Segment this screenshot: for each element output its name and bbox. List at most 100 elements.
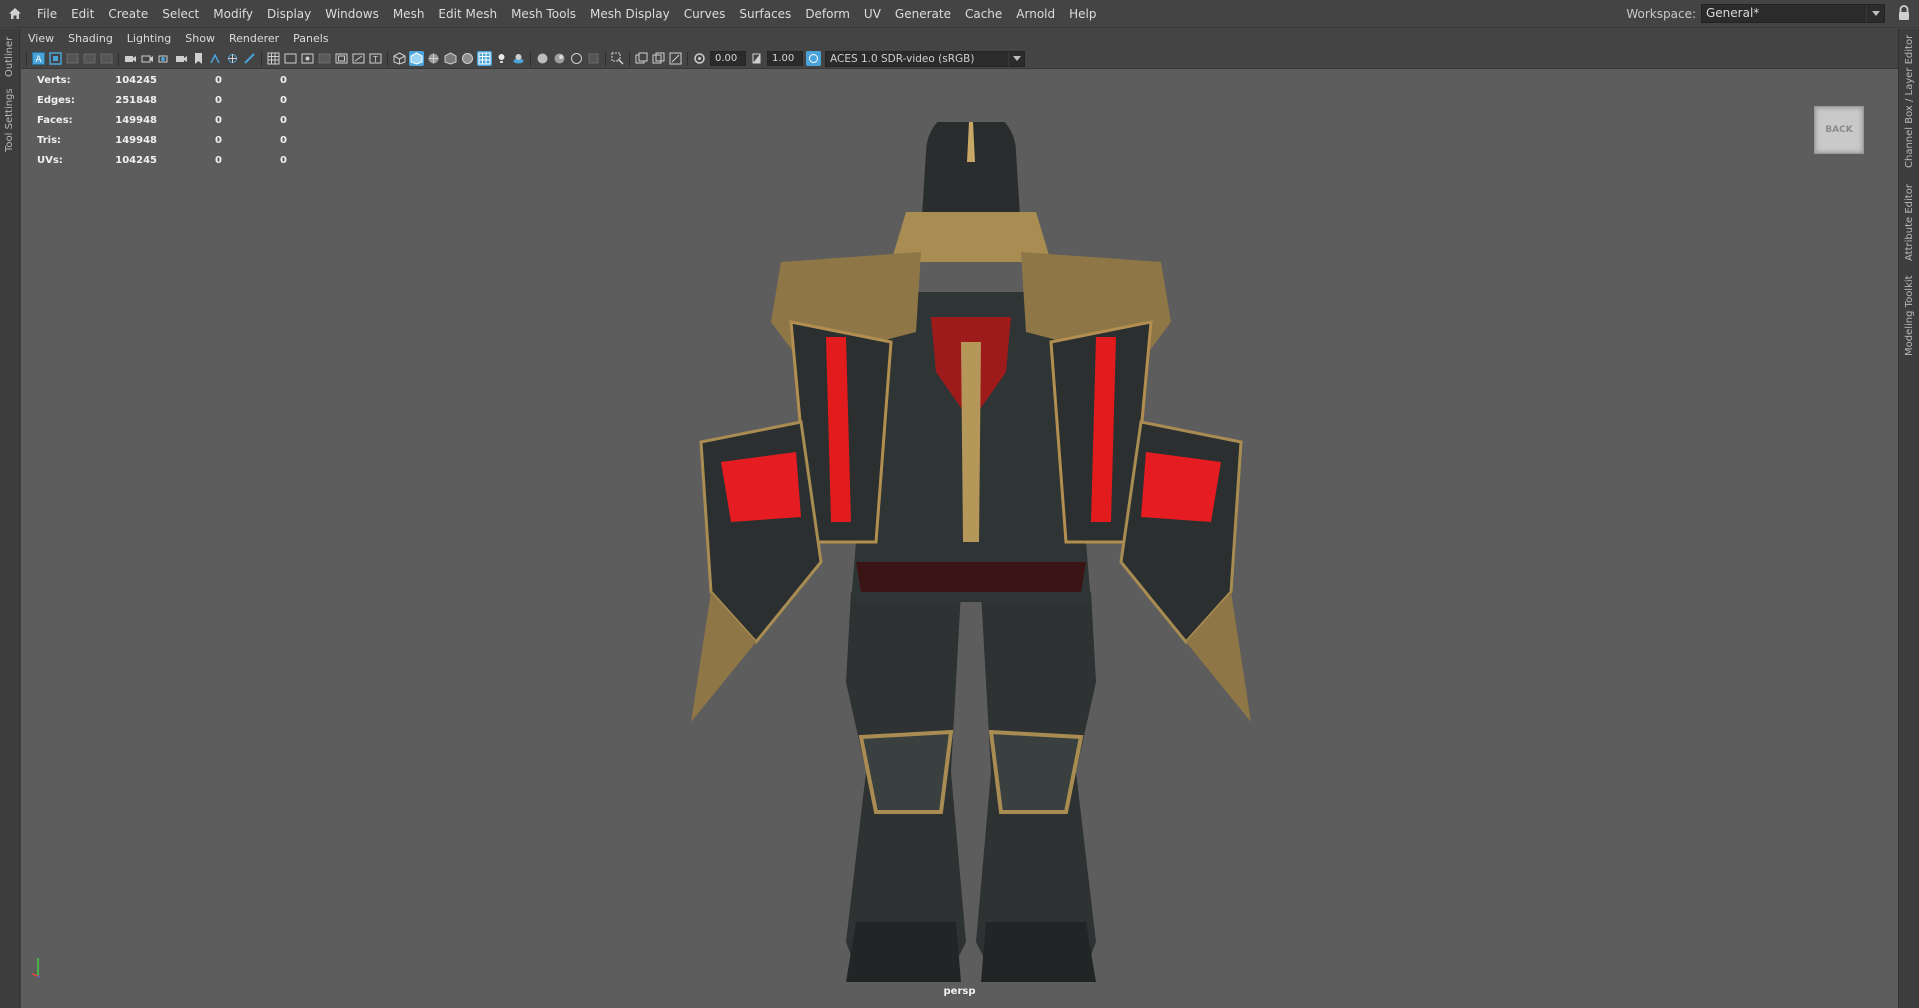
tab-outliner[interactable]: Outliner: [1, 33, 18, 81]
exposure-field[interactable]: 0.00: [710, 51, 746, 66]
xray-joints-icon[interactable]: [225, 51, 240, 66]
hud-toggle-icon[interactable]: [634, 51, 649, 66]
menu-deform[interactable]: Deform: [798, 0, 857, 28]
camera-settings-icon[interactable]: [157, 51, 172, 66]
grid-icon[interactable]: [266, 51, 281, 66]
depth-of-field-icon[interactable]: [586, 51, 601, 66]
tab-channel-box-layer-editor[interactable]: Channel Box / Layer Editor: [1901, 33, 1918, 169]
menu-cache[interactable]: Cache: [958, 0, 1009, 28]
menu-uv[interactable]: UV: [857, 0, 888, 28]
menu-edit-mesh[interactable]: Edit Mesh: [431, 0, 504, 28]
hud-row: Verts: 104245 0 0: [37, 70, 287, 90]
field-chart-icon[interactable]: [334, 51, 349, 66]
shadows-icon[interactable]: [511, 51, 526, 66]
wireframe-icon[interactable]: [392, 51, 407, 66]
menu-file[interactable]: File: [30, 0, 64, 28]
belt: [856, 562, 1086, 592]
menu-curves[interactable]: Curves: [677, 0, 733, 28]
panel-menu-view[interactable]: View: [21, 29, 61, 49]
menu-arnold[interactable]: Arnold: [1009, 0, 1062, 28]
gamma-field[interactable]: 1.00: [767, 51, 803, 66]
menu-help[interactable]: Help: [1062, 0, 1103, 28]
hud-row: Edges: 251848 0 0: [37, 90, 287, 110]
camera-name-label: persp: [943, 986, 976, 997]
menu-mesh-display[interactable]: Mesh Display: [583, 0, 677, 28]
tab-tool-settings[interactable]: Tool Settings: [1, 87, 18, 153]
panel-menu-panels[interactable]: Panels: [286, 29, 335, 49]
frame-selected-icon[interactable]: [651, 51, 666, 66]
ambient-occlusion-icon[interactable]: [535, 51, 550, 66]
hud-value: 0: [215, 114, 222, 126]
left-tab-strip: Outliner Tool Settings: [0, 29, 20, 1008]
view-cube[interactable]: BACK: [1814, 106, 1864, 154]
two-d-pan-zoom-icon[interactable]: [99, 51, 114, 66]
isolate-select-icon[interactable]: [208, 51, 223, 66]
video-camera-icon[interactable]: [174, 51, 189, 66]
bookmark-icon[interactable]: [191, 51, 206, 66]
xray-icon[interactable]: [477, 51, 492, 66]
right-knee-guard: [988, 729, 1084, 814]
safe-title-icon[interactable]: T: [368, 51, 383, 66]
right-tab-strip: Channel Box / Layer Editor Attribute Edi…: [1898, 29, 1919, 1008]
menu-select[interactable]: Select: [155, 0, 206, 28]
left-knee-guard: [858, 729, 954, 814]
image-plane-icon[interactable]: [82, 51, 97, 66]
hud-label: Edges:: [37, 94, 75, 106]
gate-mask-icon[interactable]: [317, 51, 332, 66]
view-transform-dropdown[interactable]: ACES 1.0 SDR-video (sRGB): [825, 50, 1025, 67]
color-management-icon[interactable]: [806, 51, 821, 66]
menu-windows[interactable]: Windows: [318, 0, 386, 28]
armored-character-model[interactable]: [661, 122, 1281, 1008]
toolbar-divider: [687, 51, 688, 66]
panel-menu-shading[interactable]: Shading: [61, 29, 120, 49]
menu-edit[interactable]: Edit: [64, 0, 101, 28]
hud-value: 0: [280, 94, 287, 106]
textured-icon[interactable]: [460, 51, 475, 66]
gamma-icon[interactable]: [749, 51, 764, 66]
3d-viewport[interactable]: Verts: 104245 0 0 Edges: 251848 0 0 Face…: [21, 70, 1898, 1008]
hud-value: 0: [215, 154, 222, 166]
wireframe-on-shaded-icon[interactable]: [426, 51, 441, 66]
toolbar-divider: [629, 51, 630, 66]
x-axis-line: [31, 973, 39, 977]
right-red-band: [1141, 452, 1221, 522]
safe-action-icon[interactable]: [351, 51, 366, 66]
toolbar-divider: [387, 51, 388, 66]
hud-value: 0: [215, 94, 222, 106]
film-gate-icon[interactable]: [283, 51, 298, 66]
frame-all-icon[interactable]: [668, 51, 683, 66]
right-boot: [981, 922, 1096, 982]
motion-blur-icon[interactable]: [552, 51, 567, 66]
menu-mesh-tools[interactable]: Mesh Tools: [504, 0, 583, 28]
hud-value: 149948: [115, 134, 157, 146]
smooth-shade-all-icon[interactable]: [409, 51, 424, 66]
panel-menu-renderer[interactable]: Renderer: [222, 29, 286, 49]
menu-generate[interactable]: Generate: [888, 0, 958, 28]
hud-value: 0: [280, 154, 287, 166]
menu-display[interactable]: Display: [260, 0, 318, 28]
use-default-material-icon[interactable]: [443, 51, 458, 66]
grease-pencil-icon[interactable]: [140, 51, 155, 66]
menu-surfaces[interactable]: Surfaces: [732, 0, 798, 28]
anti-aliasing-icon[interactable]: [569, 51, 584, 66]
menu-mesh[interactable]: Mesh: [386, 0, 432, 28]
resolution-gate-icon[interactable]: [300, 51, 315, 66]
panel-toolbar: A T 0.00 1.00 ACES 1.0 SDR-video (sRGB): [21, 49, 1898, 69]
bookmarks-icon[interactable]: [65, 51, 80, 66]
lock-button[interactable]: [1897, 5, 1915, 23]
paint-icon[interactable]: [242, 51, 257, 66]
camera-attributes-icon[interactable]: [123, 51, 138, 66]
panel-menu-lighting[interactable]: Lighting: [120, 29, 178, 49]
tab-modeling-toolkit[interactable]: Modeling Toolkit: [1901, 275, 1918, 357]
menu-modify[interactable]: Modify: [206, 0, 260, 28]
home-button[interactable]: [0, 0, 30, 28]
isolate-select-view-icon[interactable]: [610, 51, 625, 66]
panel-menu-show[interactable]: Show: [178, 29, 222, 49]
tab-attribute-editor[interactable]: Attribute Editor: [1901, 181, 1918, 265]
menu-create[interactable]: Create: [101, 0, 155, 28]
select-camera-icon[interactable]: A: [31, 51, 46, 66]
use-all-lights-icon[interactable]: [494, 51, 509, 66]
workspace-dropdown[interactable]: General*: [1701, 4, 1885, 23]
lock-camera-icon[interactable]: [48, 51, 63, 66]
exposure-icon[interactable]: [692, 51, 707, 66]
